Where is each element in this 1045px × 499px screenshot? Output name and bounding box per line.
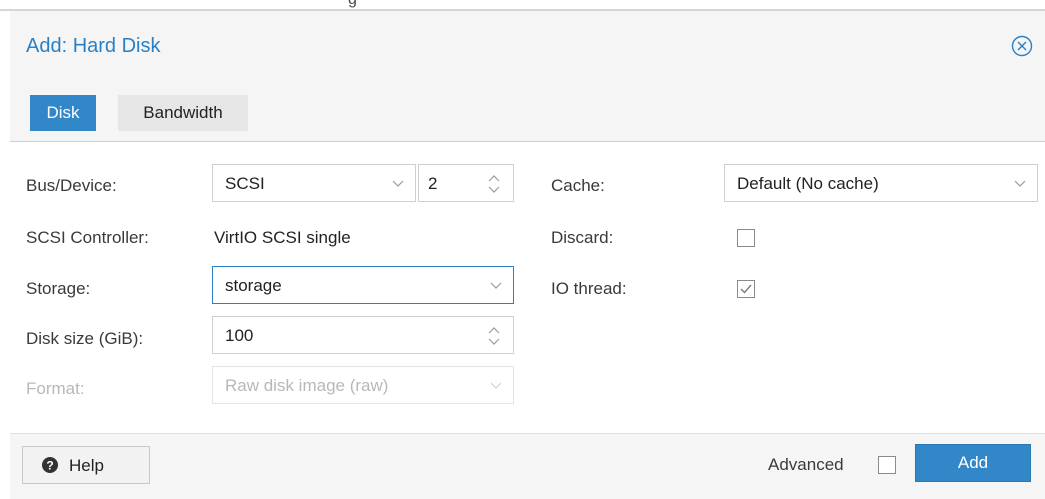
- bus-device-label: Bus/Device:: [26, 176, 117, 195]
- tab-bandwidth[interactable]: Bandwidth: [118, 95, 248, 131]
- dialog-footer: ? Help Advanced Add: [10, 433, 1045, 499]
- disk-size-spinner[interactable]: 100: [212, 316, 514, 354]
- add-button[interactable]: Add: [915, 444, 1031, 482]
- format-select-value: Raw disk image (raw): [225, 376, 389, 395]
- device-number-value: 2: [428, 174, 438, 193]
- device-number-spinner[interactable]: 2: [418, 164, 514, 202]
- chevron-down-icon: [490, 282, 502, 289]
- format-select[interactable]: Raw disk image (raw): [212, 366, 514, 404]
- io-thread-label: IO thread:: [551, 279, 627, 298]
- discard-checkbox[interactable]: [737, 229, 755, 247]
- cache-select[interactable]: Default (No cache): [724, 164, 1038, 202]
- background-text-fragment: g: [348, 0, 357, 9]
- discard-label: Discard:: [551, 228, 614, 247]
- svg-text:?: ?: [46, 459, 53, 473]
- bus-select[interactable]: SCSI: [212, 164, 416, 202]
- tab-disk[interactable]: Disk: [30, 95, 96, 131]
- spinner-arrows-icon: [488, 175, 500, 193]
- scsi-controller-value: VirtIO SCSI single: [214, 228, 351, 247]
- chevron-down-icon: [490, 382, 502, 389]
- bus-select-value: SCSI: [225, 174, 265, 193]
- disk-size-value: 100: [225, 326, 254, 345]
- disk-size-label: Disk size (GiB):: [26, 329, 144, 348]
- chevron-down-icon: [392, 180, 404, 187]
- format-label: Format:: [26, 379, 85, 398]
- checkmark-icon: [740, 284, 752, 294]
- chevron-down-icon: [1014, 180, 1026, 187]
- close-icon[interactable]: [1011, 35, 1033, 57]
- storage-label: Storage:: [26, 279, 91, 298]
- advanced-checkbox[interactable]: [878, 456, 896, 474]
- io-thread-checkbox[interactable]: [737, 280, 755, 298]
- help-button-label: Help: [69, 456, 104, 475]
- spinner-arrows-icon: [488, 327, 500, 345]
- advanced-label: Advanced: [768, 455, 844, 474]
- question-circle-icon: ?: [42, 457, 58, 473]
- storage-select-value: storage: [225, 276, 282, 295]
- tab-bar: Disk Bandwidth: [10, 85, 1045, 142]
- help-button[interactable]: ? Help: [22, 446, 150, 484]
- dialog-header: Add: Hard Disk: [10, 11, 1045, 85]
- scsi-controller-label: SCSI Controller:: [26, 228, 149, 247]
- cache-label: Cache:: [551, 176, 605, 195]
- cache-select-value: Default (No cache): [737, 174, 879, 193]
- add-hard-disk-dialog: Add: Hard Disk Disk Bandwidth Bus/Device…: [10, 11, 1045, 499]
- background-window-strip: g: [0, 0, 1045, 11]
- storage-select[interactable]: storage: [212, 266, 514, 304]
- dialog-title: Add: Hard Disk: [26, 35, 161, 57]
